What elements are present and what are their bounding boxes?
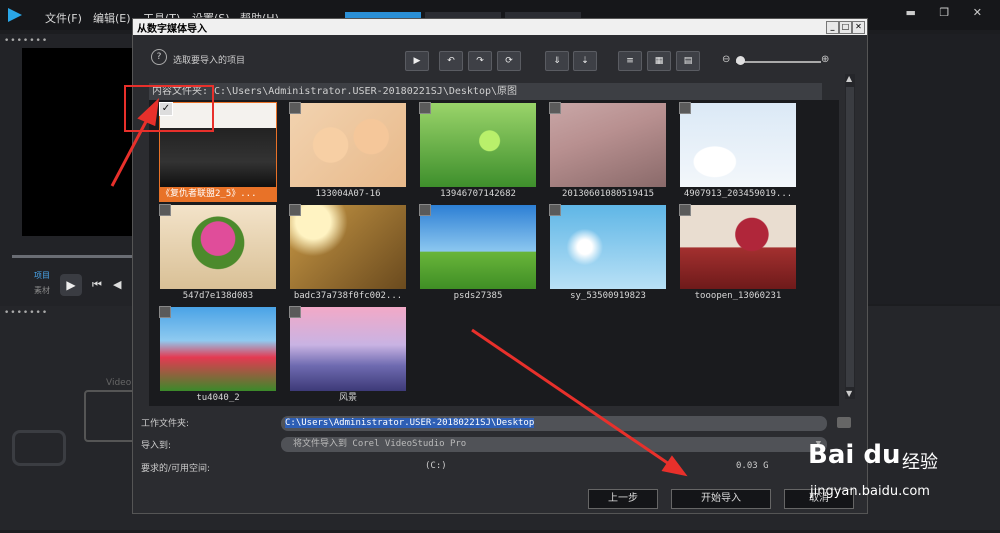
watermark-url: jingyan.baidu.com (810, 484, 930, 499)
watermark-brand: Bai du (808, 440, 901, 470)
watermark-text: 经验 (902, 452, 938, 473)
arrow-to-start-import-icon (471, 328, 688, 477)
baidu-watermark: Bai du 经验 jingyan.baidu.com (770, 440, 990, 530)
arrow-to-checkbox-icon (110, 98, 160, 187)
